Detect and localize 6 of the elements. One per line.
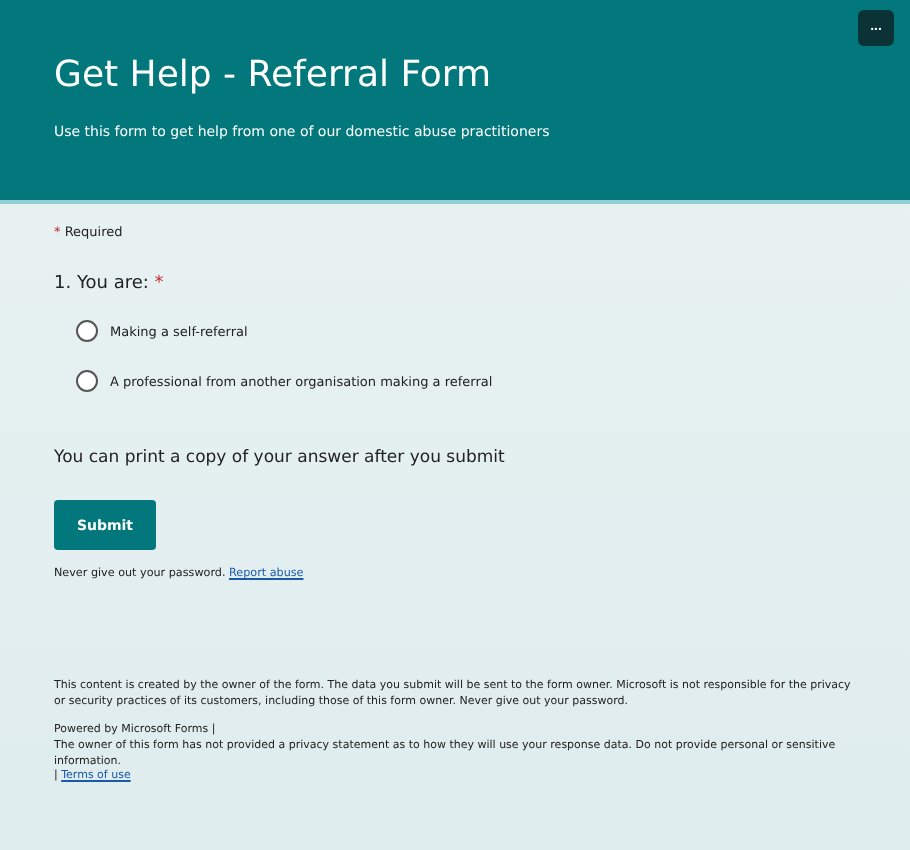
question-label: 1. You are:	[54, 274, 149, 294]
print-note: You can print a copy of your answer after you submit	[54, 448, 507, 468]
radio-button[interactable]	[76, 370, 98, 392]
radio-button[interactable]	[76, 320, 98, 342]
required-asterisk: *	[154, 274, 164, 294]
form-title: Get Help - Referral Form	[54, 54, 494, 96]
